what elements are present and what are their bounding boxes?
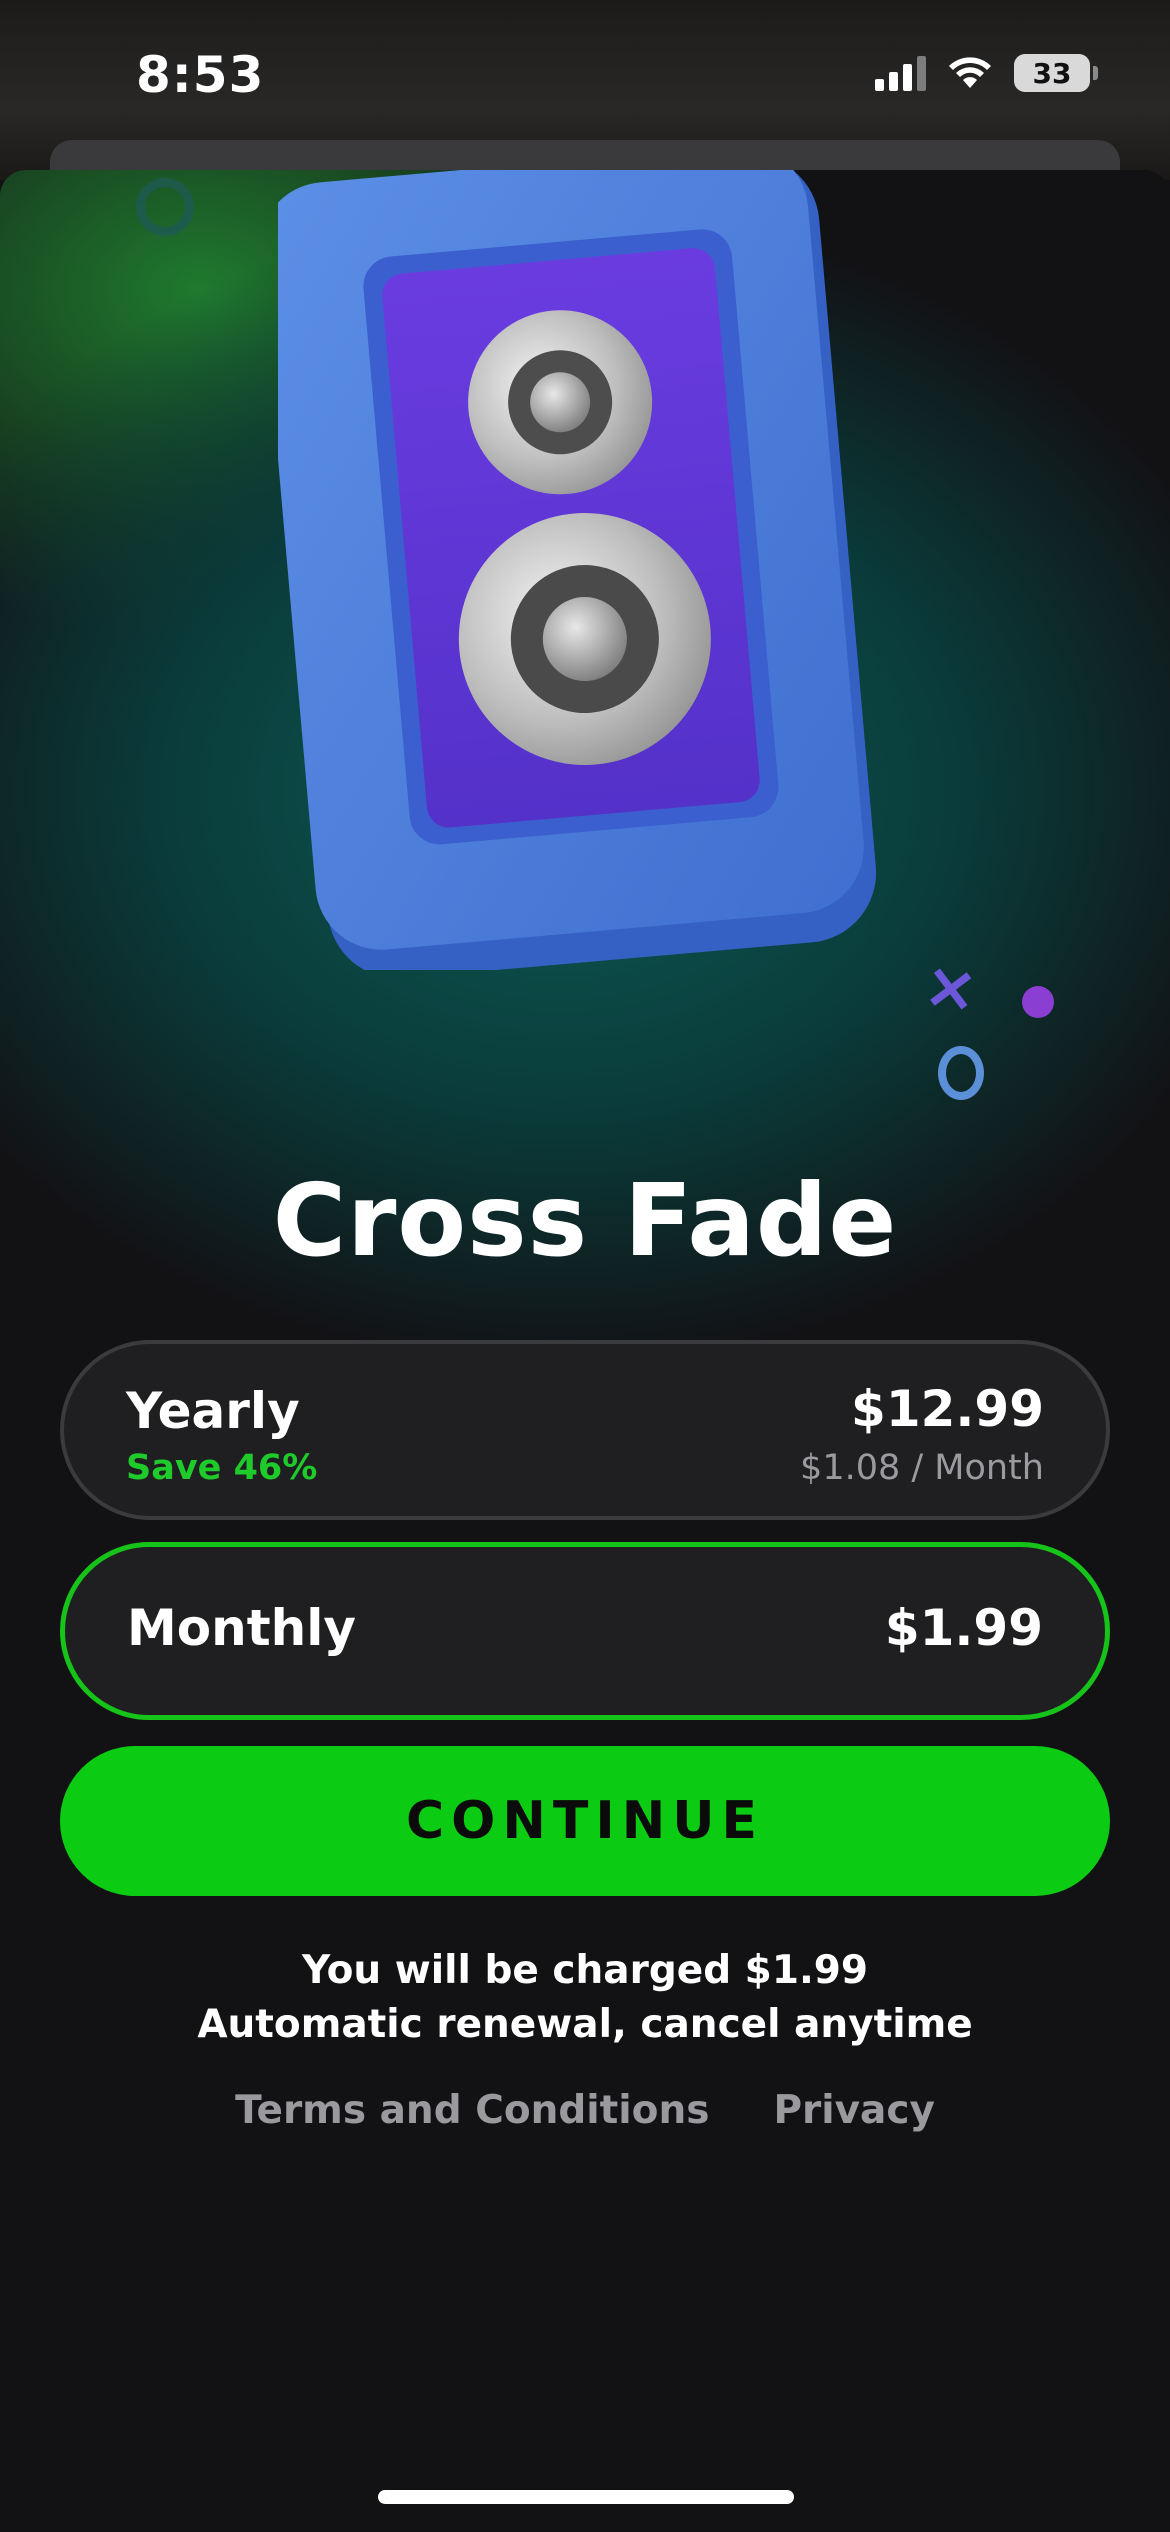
decorative-cross-icon: × bbox=[919, 947, 983, 1029]
decorative-dot-icon bbox=[1022, 986, 1054, 1018]
wifi-icon bbox=[949, 57, 991, 88]
terms-link[interactable]: Terms and Conditions bbox=[235, 2088, 709, 2133]
speaker-illustration bbox=[259, 170, 908, 979]
plan-price: $12.99 bbox=[851, 1380, 1044, 1438]
paywall-sheet: × Cross Fade Yearly $12.99 Save 46% $1.0… bbox=[0, 170, 1170, 2532]
status-bar: 8:53 33 bbox=[0, 0, 1170, 150]
battery-level: 33 bbox=[1032, 56, 1072, 90]
decorative-ring-icon bbox=[136, 178, 194, 236]
plan-price: $1.99 bbox=[884, 1599, 1043, 1657]
decorative-ring-icon bbox=[938, 1046, 984, 1100]
plan-option-monthly[interactable]: Monthly $1.99 bbox=[60, 1542, 1110, 1720]
plan-name: Yearly bbox=[126, 1382, 300, 1440]
feature-title: Cross Fade bbox=[272, 1162, 898, 1279]
status-icons: 33 bbox=[875, 54, 1098, 92]
battery-icon: 33 bbox=[1014, 54, 1098, 92]
continue-button[interactable]: CONTINUE bbox=[60, 1746, 1110, 1896]
charge-notice: You will be charged $1.99 bbox=[301, 1948, 869, 1993]
privacy-link[interactable]: Privacy bbox=[773, 2088, 934, 2133]
status-time: 8:53 bbox=[136, 46, 265, 104]
cellular-signal-icon bbox=[875, 55, 926, 91]
plan-name: Monthly bbox=[127, 1599, 356, 1657]
renewal-notice: Automatic renewal, cancel anytime bbox=[197, 2002, 973, 2047]
price-per-month: $1.08 / Month bbox=[800, 1448, 1044, 1488]
plan-option-yearly[interactable]: Yearly $12.99 Save 46% $1.08 / Month bbox=[60, 1340, 1110, 1520]
home-indicator[interactable] bbox=[378, 2490, 794, 2504]
footer-links: Terms and Conditions Privacy bbox=[0, 2088, 1170, 2133]
savings-badge: Save 46% bbox=[126, 1448, 318, 1488]
